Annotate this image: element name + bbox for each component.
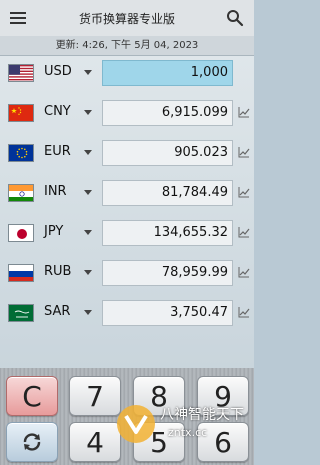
currency-dropdown[interactable] [84, 150, 92, 155]
refresh-key[interactable] [6, 422, 58, 462]
base-currency-dropdown[interactable] [84, 70, 92, 75]
currency-dropdown[interactable] [84, 310, 92, 315]
base-amount-input[interactable]: 1,000 [102, 60, 233, 86]
currency-row-rub: RUB 78,959.99 [0, 256, 254, 292]
title-bar: 货币换算器专业版 [0, 0, 254, 36]
cn-flag-icon [8, 104, 34, 122]
currency-row-sar: SAR 3,750.47 [0, 296, 254, 332]
currency-dropdown[interactable] [84, 190, 92, 195]
currency-row-jpy: JPY 134,655.32 [0, 216, 254, 252]
trend-chart-icon[interactable] [238, 226, 250, 238]
keypad: C 7 8 9 4 5 6 [0, 368, 254, 465]
currency-code: CNY [44, 104, 71, 119]
currency-code: INR [44, 184, 67, 199]
currency-code: JPY [44, 224, 64, 239]
trend-chart-icon[interactable] [238, 186, 250, 198]
ru-flag-icon [8, 264, 34, 282]
currency-converter-app: 货币换算器专业版 更新: 4:26, 下午 5月 04, 2023 USD 1,… [0, 0, 254, 465]
currency-code: EUR [44, 144, 71, 159]
trend-chart-icon[interactable] [238, 106, 250, 118]
key-7[interactable]: 7 [69, 376, 121, 416]
key-6[interactable]: 6 [197, 422, 249, 462]
in-flag-icon [8, 184, 34, 202]
currency-list: USD 1,000 CNY 6,915.099 EUR 905.023 INR … [0, 56, 254, 368]
currency-amount[interactable]: 134,655.32 [102, 220, 233, 246]
currency-row-inr: INR 81,784.49 [0, 176, 254, 212]
clear-key[interactable]: C [6, 376, 58, 416]
currency-code: RUB [44, 264, 72, 279]
us-flag-icon [8, 64, 34, 82]
currency-amount[interactable]: 905.023 [102, 140, 233, 166]
currency-row-cny: CNY 6,915.099 [0, 96, 254, 132]
app-title: 货币换算器专业版 [78, 11, 175, 26]
menu-icon[interactable] [10, 10, 26, 26]
currency-code: SAR [44, 304, 71, 319]
currency-amount[interactable]: 3,750.47 [102, 300, 233, 326]
key-8[interactable]: 8 [133, 376, 185, 416]
search-icon[interactable] [226, 9, 244, 27]
base-currency-code: USD [44, 64, 72, 79]
trend-chart-icon[interactable] [238, 266, 250, 278]
trend-chart-icon[interactable] [238, 146, 250, 158]
key-4[interactable]: 4 [69, 422, 121, 462]
currency-dropdown[interactable] [84, 110, 92, 115]
refresh-icon [23, 433, 41, 451]
currency-dropdown[interactable] [84, 230, 92, 235]
last-updated-text: 更新: 4:26, 下午 5月 04, 2023 [0, 36, 254, 56]
currency-dropdown[interactable] [84, 270, 92, 275]
currency-amount[interactable]: 81,784.49 [102, 180, 233, 206]
key-5[interactable]: 5 [133, 422, 185, 462]
key-9[interactable]: 9 [197, 376, 249, 416]
currency-amount[interactable]: 6,915.099 [102, 100, 233, 126]
jp-flag-icon [8, 224, 34, 242]
currency-row-eur: EUR 905.023 [0, 136, 254, 172]
sa-flag-icon [8, 304, 34, 322]
currency-amount[interactable]: 78,959.99 [102, 260, 233, 286]
base-currency-row: USD 1,000 [0, 56, 254, 92]
eu-flag-icon [8, 144, 34, 162]
trend-chart-icon[interactable] [238, 306, 250, 318]
